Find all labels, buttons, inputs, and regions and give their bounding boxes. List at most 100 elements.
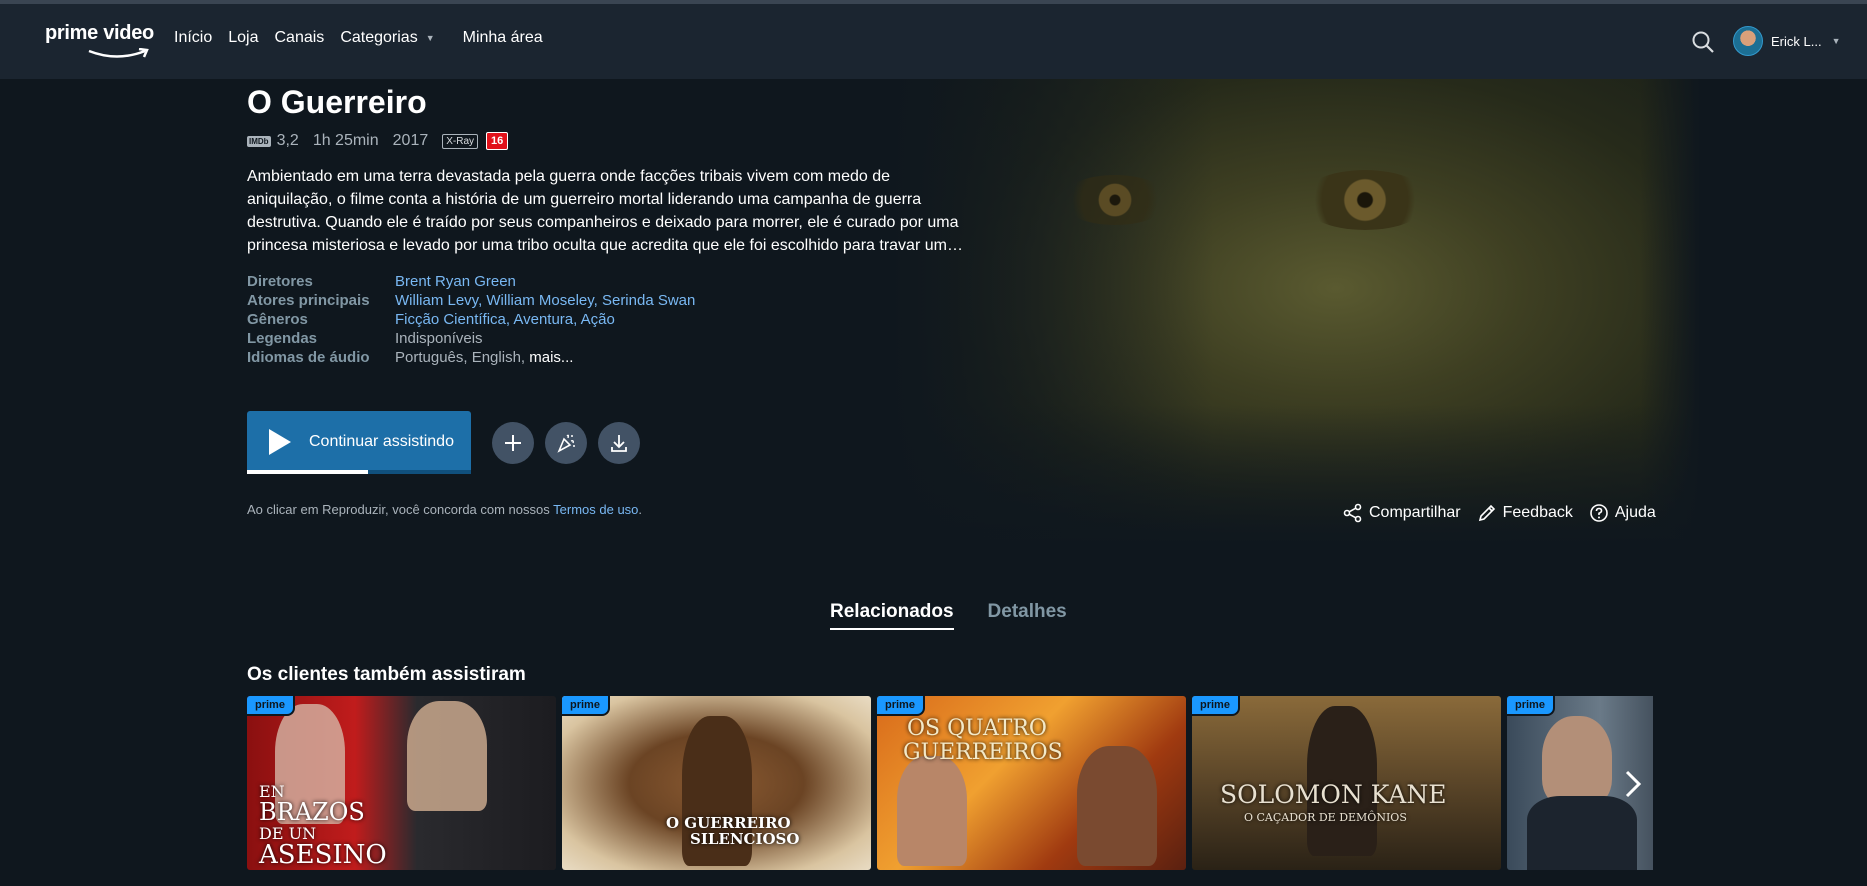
- audio-value: Português, English,: [395, 349, 526, 366]
- search-icon[interactable]: [1690, 29, 1716, 55]
- logo-text: prime video: [45, 22, 154, 44]
- related-card-4[interactable]: SOLOMON KANE O CAÇADOR DE DEMÔNIOS prime: [1192, 696, 1501, 870]
- synopsis: Ambientado em uma terra devastada pela g…: [247, 168, 963, 254]
- prime-badge: prime: [877, 696, 925, 716]
- prime-badge: prime: [1192, 696, 1240, 716]
- related-card-3[interactable]: OS QUATRO GUERREIROS prime: [877, 696, 1186, 870]
- details-row-genres: Gêneros Ficção Científica, Aventura, Açã…: [247, 310, 695, 329]
- prime-badge: prime: [247, 696, 295, 716]
- terms-end: .: [638, 502, 643, 517]
- details-label: Diretores: [247, 273, 313, 290]
- prime-video-logo[interactable]: prime video: [45, 22, 155, 64]
- directors-link[interactable]: Brent Ryan Green: [395, 272, 516, 291]
- terms-notice: Ao clicar em Reproduzir, você concorda c…: [247, 502, 642, 517]
- terms-link[interactable]: Termos de uso: [553, 502, 638, 517]
- share-icon: [1343, 503, 1362, 523]
- details-row-directors: Diretores Brent Ryan Green: [247, 272, 695, 291]
- avatar: [1733, 26, 1763, 56]
- pencil-icon: [1478, 504, 1495, 522]
- nav-link-loja[interactable]: Loja: [228, 29, 258, 47]
- watch-progress-fill: [247, 470, 368, 474]
- details-row-audio: Idiomas de áudio Português, English, mai…: [247, 348, 695, 367]
- nav-link-categorias-label: Categorias: [340, 29, 418, 46]
- hero-image-detail: [1300, 170, 1430, 230]
- actors-link[interactable]: William Levy, William Moseley, Serinda S…: [395, 291, 695, 310]
- share-button[interactable]: Compartilhar: [1343, 503, 1461, 523]
- nav-link-categorias[interactable]: Categorias ▼: [340, 29, 434, 47]
- party-popper-icon: [557, 434, 575, 453]
- continue-watching-button[interactable]: Continuar assistindo: [247, 411, 471, 473]
- card-artwork: [1527, 796, 1637, 870]
- duration: 1h 25min: [312, 132, 379, 149]
- help-circle-icon: [1590, 504, 1608, 522]
- card-title-line: ASESINO: [259, 840, 387, 870]
- nav-link-inicio[interactable]: Início: [174, 29, 212, 47]
- related-card-2[interactable]: O GUERREIRO SILENCIOSO prime: [562, 696, 871, 870]
- title-meta: IMDb 3,2 1h 25min 2017 X-Ray 16: [247, 132, 509, 150]
- feedback-label: Feedback: [1502, 504, 1573, 521]
- card-title-line: OS QUATRO: [907, 716, 1047, 741]
- card-title-line: SILENCIOSO: [690, 830, 800, 848]
- related-carousel: EN BRAZOS DE UN ASESINO prime O GUERREIR…: [247, 696, 1653, 870]
- card-title-line: GUERREIROS: [903, 740, 1063, 765]
- title-actions: Compartilhar Feedback Ajuda: [1343, 503, 1672, 523]
- card-artwork: [1542, 716, 1612, 806]
- play-button-label: Continuar assistindo: [309, 433, 454, 450]
- imdb-rating: 3,2: [276, 132, 299, 149]
- watch-party-button[interactable]: [545, 422, 587, 464]
- xray-badge: X-Ray: [442, 133, 479, 149]
- add-to-watchlist-button[interactable]: [492, 422, 534, 464]
- nav-link-canais[interactable]: Canais: [275, 29, 325, 47]
- details-row-actors: Atores principais William Levy, William …: [247, 291, 695, 310]
- details-row-subtitles: Legendas Indisponíveis: [247, 329, 695, 348]
- chevron-down-icon: ▼: [1831, 36, 1841, 46]
- related-row-title: Os clientes também assistiram: [247, 664, 526, 685]
- hero-image: [890, 79, 1700, 544]
- release-year: 2017: [392, 132, 429, 149]
- download-icon: [611, 435, 627, 452]
- top-navigation: prime video Início Loja Canais Categoria…: [0, 4, 1867, 79]
- nav-link-minha-area[interactable]: Minha área: [463, 29, 543, 47]
- card-title-line: O CAÇADOR DE DEMÔNIOS: [1244, 811, 1407, 824]
- nav-links: Início Loja Canais Categorias ▼ Minha ár…: [174, 29, 559, 47]
- play-icon: [269, 429, 291, 455]
- content-tabs: Relacionados Detalhes: [830, 601, 1101, 630]
- user-menu[interactable]: Erick L... ▼: [1733, 26, 1841, 56]
- card-title-line: BRAZOS: [259, 798, 365, 826]
- terms-text: Ao clicar em Reproduzir, você concorda c…: [247, 502, 550, 517]
- details-label: Atores principais: [247, 292, 370, 309]
- chevron-down-icon: ▼: [425, 33, 435, 43]
- feedback-button[interactable]: Feedback: [1477, 503, 1573, 523]
- hero-fade: [1640, 79, 1700, 544]
- tab-relacionados[interactable]: Relacionados: [830, 601, 954, 630]
- share-label: Compartilhar: [1369, 504, 1461, 521]
- genres-link[interactable]: Ficção Científica, Aventura, Ação: [395, 310, 615, 329]
- card-artwork: [897, 756, 967, 866]
- help-label: Ajuda: [1614, 504, 1656, 521]
- card-artwork: [1077, 746, 1157, 866]
- tab-detalhes[interactable]: Detalhes: [988, 601, 1067, 630]
- watch-progress-bar: [247, 470, 471, 474]
- prime-badge: prime: [1507, 696, 1555, 716]
- subtitles-value: Indisponíveis: [395, 330, 483, 347]
- related-card-1[interactable]: EN BRAZOS DE UN ASESINO prime: [247, 696, 556, 870]
- card-title-line: O GUERREIRO: [666, 814, 791, 832]
- details-label: Gêneros: [247, 311, 308, 328]
- chevron-right-icon: [1625, 770, 1642, 798]
- help-button[interactable]: Ajuda: [1589, 503, 1656, 523]
- hero-image-detail: [1060, 175, 1170, 225]
- page-title: O Guerreiro: [247, 84, 427, 120]
- details-label: Legendas: [247, 330, 318, 347]
- carousel-next-button[interactable]: [1613, 764, 1653, 804]
- details-label: Idiomas de áudio: [247, 349, 370, 366]
- audio-more-link[interactable]: mais...: [529, 348, 573, 367]
- user-name: Erick L...: [1771, 33, 1822, 49]
- card-title-line: SOLOMON KANE: [1220, 780, 1447, 809]
- imdb-badge: IMDb: [247, 135, 271, 147]
- details-list: Diretores Brent Ryan Green Atores princi…: [247, 272, 695, 367]
- age-rating-badge: 16: [486, 132, 509, 150]
- plus-icon: [505, 435, 521, 451]
- smile-arrow-icon: [88, 48, 149, 58]
- download-button[interactable]: [598, 422, 640, 464]
- prime-badge: prime: [562, 696, 610, 716]
